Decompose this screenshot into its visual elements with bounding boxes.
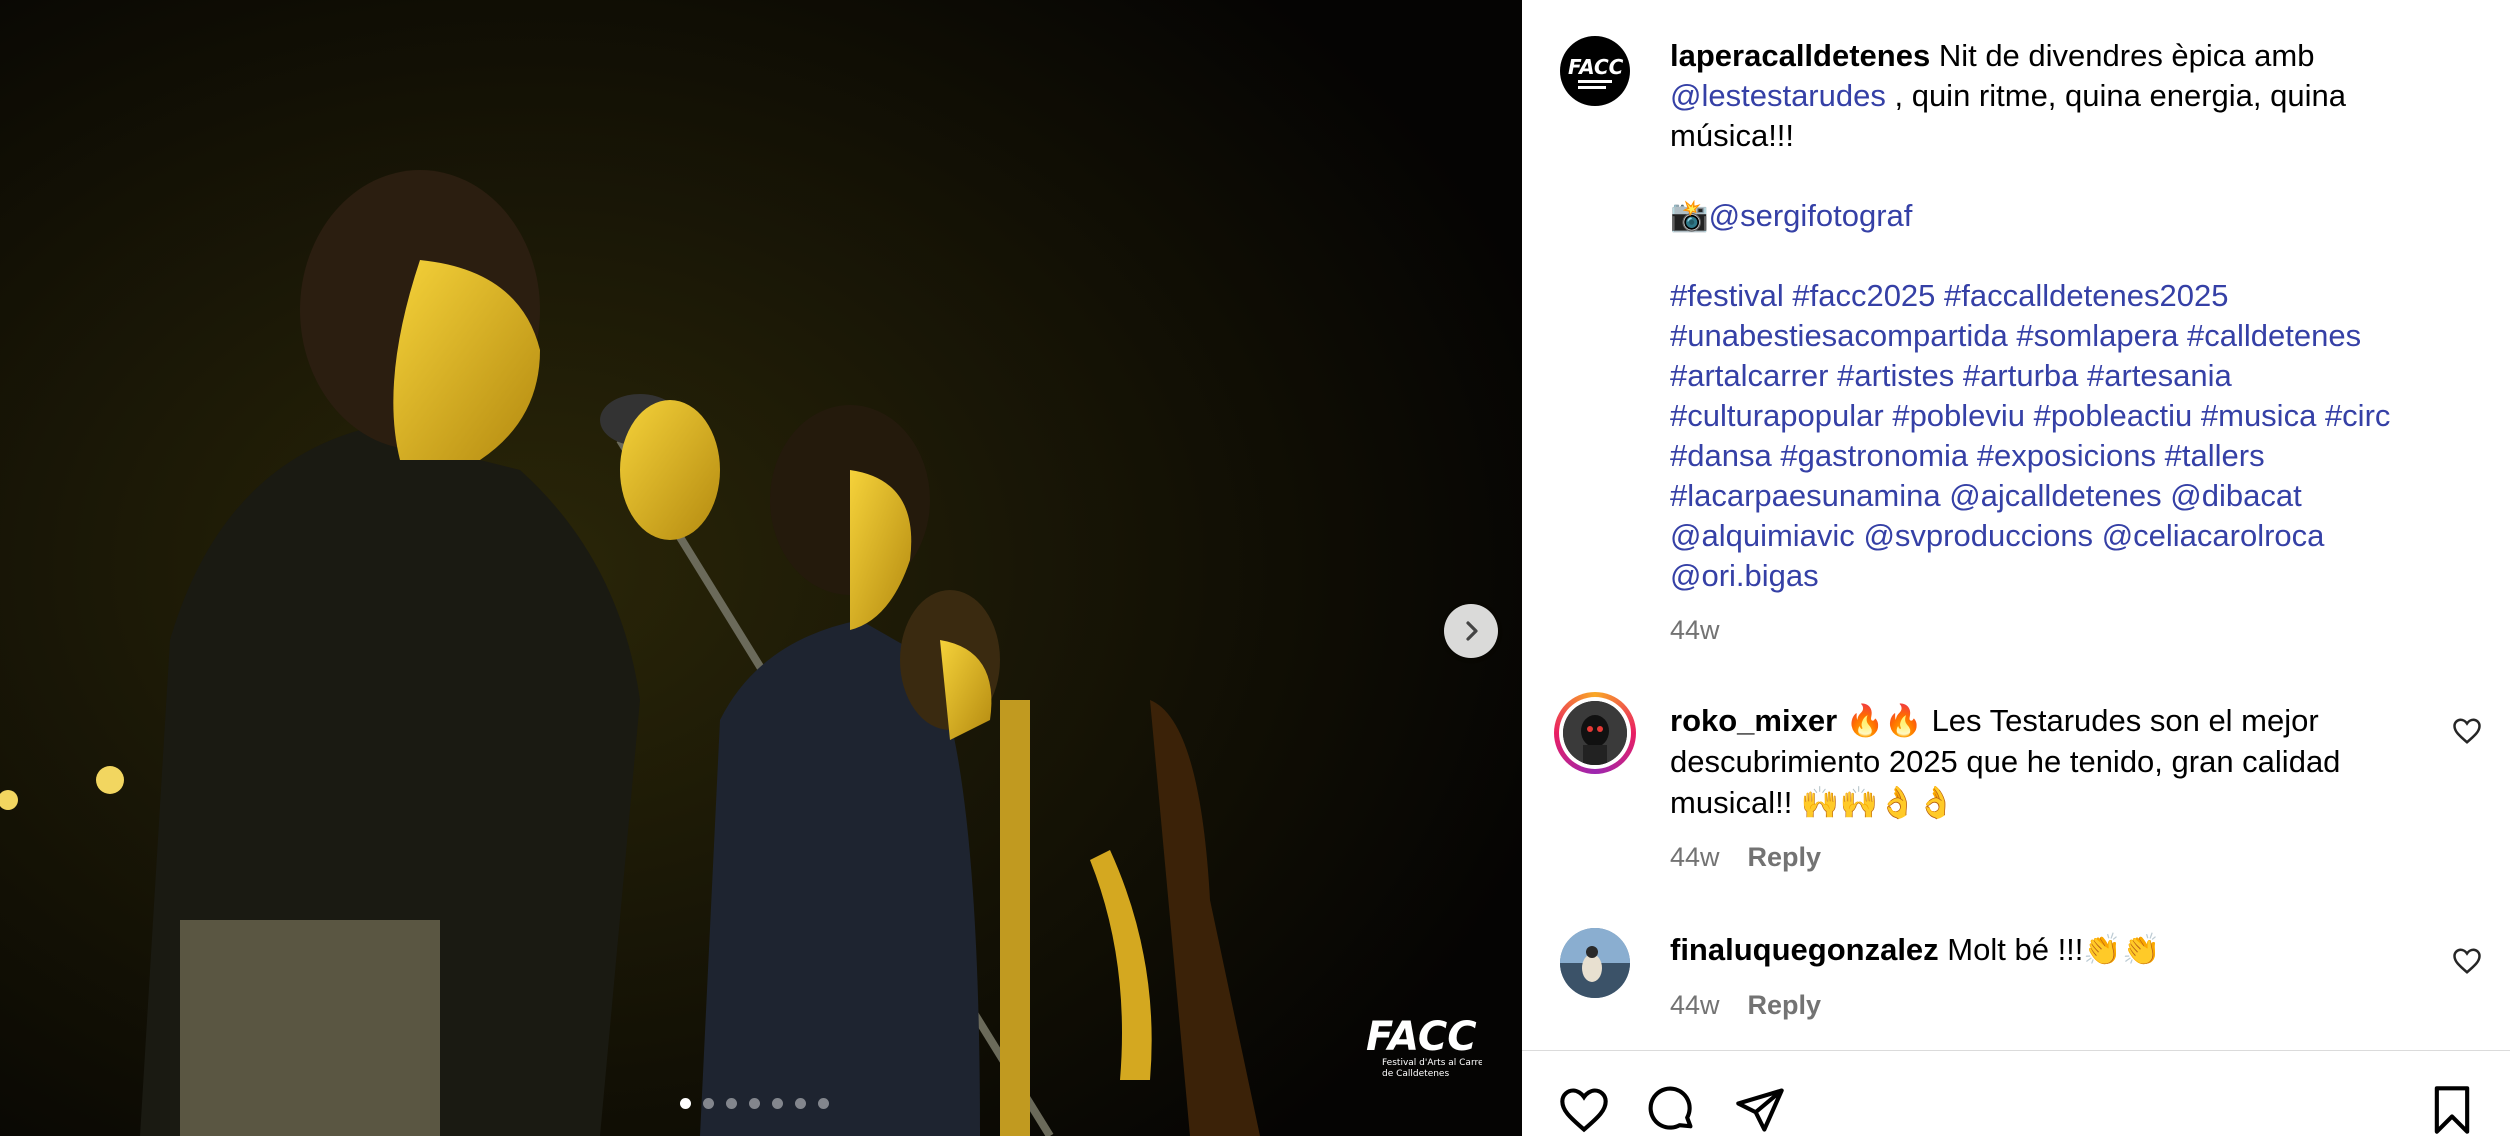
mention-link[interactable]: @lestestarudes <box>1670 78 1886 113</box>
watermark-text: FACC <box>1366 1014 1477 1060</box>
hashtag-line: #dansa #gastronomia #exposicions #taller… <box>1670 436 2470 476</box>
hashtag-line: #festival #facc2025 #faccalldetenes2025 <box>1670 276 2470 316</box>
hashtag-line: #unabestiesacompartida #somlapera #calld… <box>1670 316 2470 356</box>
comment-meta: 44w Reply <box>1670 842 1821 873</box>
mention-link[interactable]: @alquimiavic <box>1670 518 1855 553</box>
comment-text: Molt bé !!!👏👏 <box>1938 932 2161 967</box>
comment-meta: 44w Reply <box>1670 990 1821 1021</box>
mention-link[interactable]: @ajcalldetenes <box>1949 478 2161 513</box>
hashtag-link[interactable]: #lacarpaesunamina <box>1670 478 1941 513</box>
hashtag-link[interactable]: #exposicions <box>1977 438 2156 473</box>
hashtag-link[interactable]: #calldetenes <box>2187 318 2361 353</box>
concert-photo <box>0 0 1522 1136</box>
hashtag-line: #artalcarrer #artistes #arturba #artesan… <box>1670 356 2470 396</box>
hashtag-list: #festival #facc2025 #faccalldetenes2025 #… <box>1670 276 2470 596</box>
comment-avatar <box>1563 701 1627 765</box>
carousel-dot <box>795 1098 806 1109</box>
comment-timestamp: 44w <box>1670 990 1720 1020</box>
hashtag-link[interactable]: #pobleactiu <box>2034 398 2193 433</box>
bookmark-icon[interactable] <box>2426 1084 2478 1136</box>
caption-text-2: , quin ritme, quina energia, quina <box>1885 78 2346 113</box>
comment-timestamp: 44w <box>1670 842 1720 872</box>
hashtag-link[interactable]: #gastronomia <box>1780 438 1968 473</box>
photographer-mention[interactable]: @sergifotograf <box>1709 198 1913 233</box>
hashtag-link[interactable]: #tallers <box>2165 438 2265 473</box>
reply-button[interactable]: Reply <box>1748 842 1822 873</box>
hashtag-link[interactable]: #festival <box>1670 278 1784 313</box>
like-comment-heart-icon[interactable] <box>2452 946 2482 976</box>
carousel-dot <box>818 1098 829 1109</box>
carousel-indicator <box>680 1098 829 1109</box>
comment-text: musical!! 🙌🙌👌👌 <box>1670 785 1956 820</box>
hashtag-line: #lacarpaesunamina @ajcalldetenes @dibaca… <box>1670 476 2470 516</box>
post-media: FACC Festival d'Arts al Carrer de Callde… <box>0 0 1522 1136</box>
carousel-dot <box>680 1098 691 1109</box>
facc-watermark: FACC Festival d'Arts al Carrer de Callde… <box>1362 1010 1488 1086</box>
svg-text:FACC: FACC <box>1568 55 1624 79</box>
hashtag-link[interactable]: #dansa <box>1670 438 1772 473</box>
comment-text: 🔥🔥 Les Testarudes son el mejor <box>1837 703 2319 738</box>
hashtag-link[interactable]: #artesania <box>2087 358 2232 393</box>
comment-icon[interactable] <box>1646 1084 1698 1136</box>
divider <box>1522 1050 2510 1051</box>
hashtag-link[interactable]: #unabestiesacompartida <box>1670 318 2008 353</box>
carousel-dot <box>749 1098 760 1109</box>
post-caption: laperacalldetenes Nit de divendres èpica… <box>1670 36 2470 650</box>
comment-item: roko_mixer 🔥🔥 Les Testarudes son el mejo… <box>1670 700 2430 823</box>
comment-text: descubrimiento 2025 que he tenido, gran … <box>1670 744 2341 779</box>
hashtag-link[interactable]: #arturba <box>1963 358 2078 393</box>
watermark-sub1: Festival d'Arts al Carrer <box>1382 1058 1482 1068</box>
hashtag-link[interactable]: #pobleviu <box>1892 398 2025 433</box>
comment-username[interactable]: roko_mixer <box>1670 703 1837 738</box>
comment-avatar-ring[interactable] <box>1554 692 1636 774</box>
hashtag-link[interactable]: #faccalldetenes2025 <box>1944 278 2228 313</box>
next-slide-button[interactable] <box>1444 604 1498 658</box>
carousel-dot <box>772 1098 783 1109</box>
hashtag-line: @alquimiavic @svproduccions @celiacarolr… <box>1670 516 2470 556</box>
like-heart-icon[interactable] <box>1558 1084 1610 1136</box>
post-details-panel: FACC laperacalldetenes Nit de divendres … <box>1522 0 2510 1136</box>
comment-avatar[interactable] <box>1560 928 1630 998</box>
share-icon[interactable] <box>1734 1084 1786 1136</box>
mention-link[interactable]: @svproduccions <box>1863 518 2093 553</box>
hashtag-link[interactable]: #artalcarrer <box>1670 358 1829 393</box>
mention-link[interactable]: @ori.bigas <box>1670 558 1819 593</box>
carousel-dot <box>703 1098 714 1109</box>
mention-link[interactable]: @dibacat <box>2170 478 2301 513</box>
caption-text-3: música!!! <box>1670 118 1795 153</box>
watermark-sub2: de Calldetenes <box>1382 1069 1449 1079</box>
like-comment-heart-icon[interactable] <box>2452 716 2482 746</box>
reply-button[interactable]: Reply <box>1748 990 1822 1021</box>
hashtag-link[interactable]: #facc2025 <box>1792 278 1935 313</box>
comment-item: finaluquegonzalez Molt bé !!!👏👏 <box>1670 929 2430 970</box>
comment-username[interactable]: finaluquegonzalez <box>1670 932 1939 967</box>
hashtag-link[interactable]: #somlapera <box>2016 318 2178 353</box>
hashtag-link[interactable]: #artistes <box>1837 358 1954 393</box>
hashtag-line: #culturapopular #pobleviu #pobleactiu #m… <box>1670 396 2470 436</box>
hashtag-link[interactable]: #circ <box>2325 398 2390 433</box>
hashtag-link[interactable]: #culturapopular <box>1670 398 1884 433</box>
hashtag-line: @ori.bigas <box>1670 556 2470 596</box>
chevron-right-icon <box>1466 621 1478 641</box>
poster-avatar[interactable]: FACC <box>1560 36 1630 106</box>
camera-emoji: 📸 <box>1670 198 1709 233</box>
mention-link[interactable]: @celiacarolroca <box>2102 518 2325 553</box>
hashtag-link[interactable]: #musica <box>2201 398 2316 433</box>
caption-text-1: Nit de divendres èpica amb <box>1930 38 2315 73</box>
poster-username[interactable]: laperacalldetenes <box>1670 38 1930 73</box>
post-timestamp: 44w <box>1670 615 1720 645</box>
carousel-dot <box>726 1098 737 1109</box>
